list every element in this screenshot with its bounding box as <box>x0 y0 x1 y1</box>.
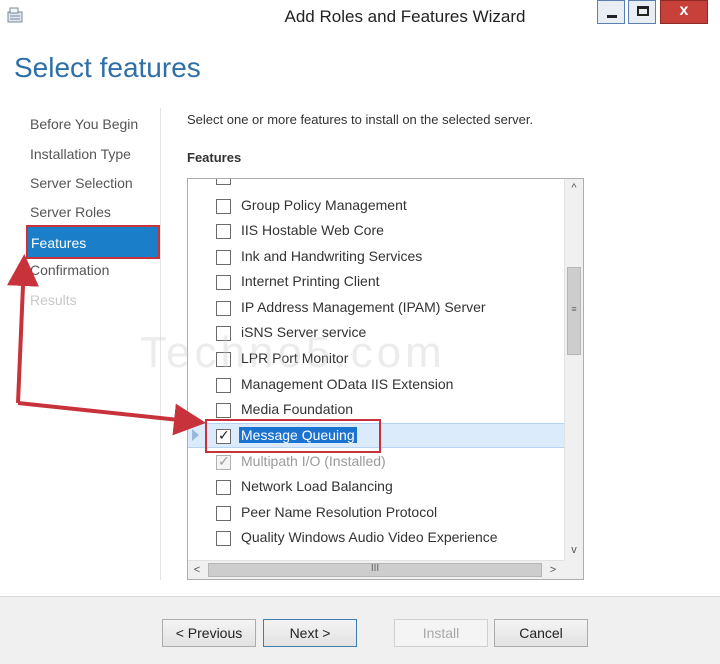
feature-checkbox[interactable] <box>216 224 231 239</box>
feature-checkbox[interactable] <box>216 275 231 290</box>
list-item: Multipath I/O (Installed) <box>188 450 564 475</box>
scroll-right-icon[interactable]: > <box>544 561 562 579</box>
feature-label: IP Address Management (IPAM) Server <box>241 299 486 315</box>
feature-label: Multipath I/O (Installed) <box>241 453 386 469</box>
scroll-down-icon[interactable]: v <box>565 541 583 559</box>
nav-item-server-selection[interactable]: Server Selection <box>30 175 133 191</box>
feature-checkbox[interactable] <box>216 531 231 546</box>
minimize-icon <box>607 15 617 18</box>
feature-checkbox[interactable] <box>216 250 231 265</box>
feature-label: Internet Printing Client <box>241 273 380 289</box>
feature-label: Quality Windows Audio Video Experience <box>241 529 498 545</box>
feature-label: Ink and Handwriting Services <box>241 248 423 264</box>
feature-label: Management OData IIS Extension <box>241 376 454 392</box>
list-item[interactable]: IIS Hostable Web Core <box>188 219 564 244</box>
close-icon: x <box>679 2 689 19</box>
nav-item-installation-type[interactable]: Installation Type <box>30 146 131 162</box>
minimize-button[interactable] <box>597 0 625 24</box>
feature-checkbox <box>216 179 231 185</box>
list-item-partial <box>188 179 564 190</box>
maximize-button[interactable] <box>628 0 656 24</box>
list-item[interactable]: Quality Windows Audio Video Experience <box>188 526 564 551</box>
annotation-arrow-features <box>6 254 39 404</box>
next-button[interactable]: Next > <box>263 619 357 647</box>
instruction-text: Select one or more features to install o… <box>187 112 534 127</box>
title-bar: Add Roles and Features Wizard x <box>0 0 720 34</box>
feature-checkbox[interactable] <box>216 480 231 495</box>
nav-item-results: Results <box>30 292 77 308</box>
scroll-left-icon[interactable]: < <box>188 561 206 579</box>
feature-checkbox[interactable] <box>216 301 231 316</box>
scrollbar-corner <box>564 560 583 579</box>
wizard-footer: < Previous Next > Install Cancel <box>0 596 720 664</box>
feature-checkbox-disabled <box>216 453 231 470</box>
nav-item-features-label: Features <box>31 235 87 251</box>
watermark: Techno5.com <box>140 328 446 377</box>
feature-checkbox[interactable] <box>216 403 231 418</box>
list-item[interactable]: Ink and Handwriting Services <box>188 245 564 270</box>
close-button[interactable]: x <box>660 0 708 24</box>
horizontal-scrollbar[interactable]: < III > <box>188 560 564 579</box>
scroll-up-icon[interactable]: ^ <box>565 179 583 197</box>
grip-icon: ≡ <box>571 304 577 314</box>
horizontal-scroll-thumb[interactable]: III <box>208 563 542 577</box>
list-item[interactable]: Network Load Balancing <box>188 475 564 500</box>
nav-item-features[interactable]: Features <box>26 225 160 259</box>
list-item[interactable]: Group Policy Management <box>188 194 564 219</box>
feature-label: Network Load Balancing <box>241 478 393 494</box>
feature-checkbox[interactable] <box>216 378 231 393</box>
list-item[interactable]: Peer Name Resolution Protocol <box>188 501 564 526</box>
vertical-scroll-thumb[interactable]: ≡ <box>567 267 581 355</box>
features-heading: Features <box>187 150 242 165</box>
feature-label: Group Policy Management <box>241 197 407 213</box>
feature-checkbox[interactable] <box>216 506 231 521</box>
maximize-icon <box>637 6 649 16</box>
feature-label: Peer Name Resolution Protocol <box>241 504 438 520</box>
highlight-box <box>205 419 381 453</box>
feature-label: IIS Hostable Web Core <box>241 222 384 238</box>
install-button: Install <box>394 619 488 647</box>
features-list[interactable]: Group Policy Management IIS Hostable Web… <box>187 178 584 580</box>
list-item[interactable]: Internet Printing Client <box>188 270 564 295</box>
feature-label: Media Foundation <box>241 401 354 417</box>
annotation-arrow-message-queuing <box>17 401 206 436</box>
vertical-scrollbar[interactable]: ^ ≡ v <box>564 179 583 560</box>
nav-item-server-roles[interactable]: Server Roles <box>30 204 111 220</box>
previous-button[interactable]: < Previous <box>162 619 256 647</box>
grip-icon: III <box>370 563 380 574</box>
feature-checkbox[interactable] <box>216 199 231 214</box>
page-title: Select features <box>14 52 201 83</box>
nav-item-before-you-begin[interactable]: Before You Begin <box>30 116 138 132</box>
expand-arrow-icon[interactable] <box>192 429 199 441</box>
cancel-button[interactable]: Cancel <box>494 619 588 647</box>
list-item[interactable]: IP Address Management (IPAM) Server <box>188 296 564 321</box>
nav-item-confirmation[interactable]: Confirmation <box>30 262 109 278</box>
